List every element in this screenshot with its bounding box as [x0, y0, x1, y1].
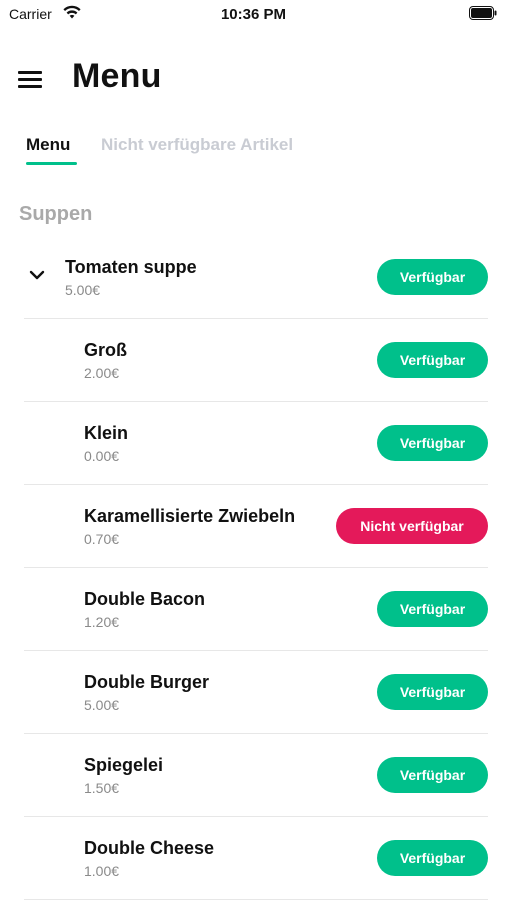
item-name: Spiegelei [84, 755, 164, 775]
list-item-gross[interactable]: Groß 2.00€ Verfügbar [0, 319, 507, 402]
active-tab-indicator [26, 162, 77, 165]
menu-hamburger-icon[interactable] [18, 68, 44, 90]
item-price: 1.00€ [84, 863, 120, 879]
item-price: 0.70€ [84, 531, 120, 547]
item-name: Klein [84, 423, 129, 443]
item-price: 1.50€ [84, 780, 120, 796]
available-button[interactable]: Verfügbar [377, 591, 488, 627]
list-item-double-cheese[interactable]: Double Cheese 1.00€ Verfügbar [0, 817, 507, 900]
section-title: Suppen [19, 203, 93, 225]
clock: 10:36 PM [220, 6, 287, 23]
tab-unavailable-items[interactable]: Nicht verfügbare Artikel [101, 135, 293, 155]
available-button[interactable]: Verfügbar [377, 840, 488, 876]
available-button[interactable]: Verfügbar [377, 259, 488, 295]
item-price: 1.20€ [84, 614, 120, 630]
item-price: 5.00€ [65, 282, 101, 298]
unavailable-button[interactable]: Nicht verfügbar [336, 508, 488, 544]
available-button[interactable]: Verfügbar [377, 757, 488, 793]
battery-icon [469, 6, 497, 20]
list-item-tomaten-suppe[interactable]: Tomaten suppe 5.00€ Verfügbar [0, 236, 507, 319]
item-price: 0.00€ [84, 448, 120, 464]
list-item-spiegelei[interactable]: Spiegelei 1.50€ Verfügbar [0, 734, 507, 817]
item-name: Double Bacon [84, 589, 206, 609]
item-name: Tomaten suppe [65, 257, 197, 277]
list-item-karamellisierte-zwiebeln[interactable]: Karamellisierte Zwiebeln 0.70€ Nicht ver… [0, 485, 507, 568]
list-item-klein[interactable]: Klein 0.00€ Verfügbar [0, 402, 507, 485]
available-button[interactable]: Verfügbar [377, 674, 488, 710]
list-item-double-burger[interactable]: Double Burger 5.00€ Verfügbar [0, 651, 507, 734]
item-name: Groß [84, 340, 127, 360]
item-price: 2.00€ [84, 365, 120, 381]
item-name: Double Cheese [84, 838, 215, 858]
available-button[interactable]: Verfügbar [377, 342, 488, 378]
item-price: 5.00€ [84, 697, 120, 713]
tab-menu[interactable]: Menu [26, 135, 70, 155]
available-button[interactable]: Verfügbar [377, 425, 488, 461]
list-item-double-bacon[interactable]: Double Bacon 1.20€ Verfügbar [0, 568, 507, 651]
item-name: Karamellisierte Zwiebeln [84, 506, 296, 526]
item-name: Double Burger [84, 672, 210, 692]
page-title: Menu [72, 57, 162, 95]
status-bar: Carrier 10:36 PM [0, 0, 507, 30]
